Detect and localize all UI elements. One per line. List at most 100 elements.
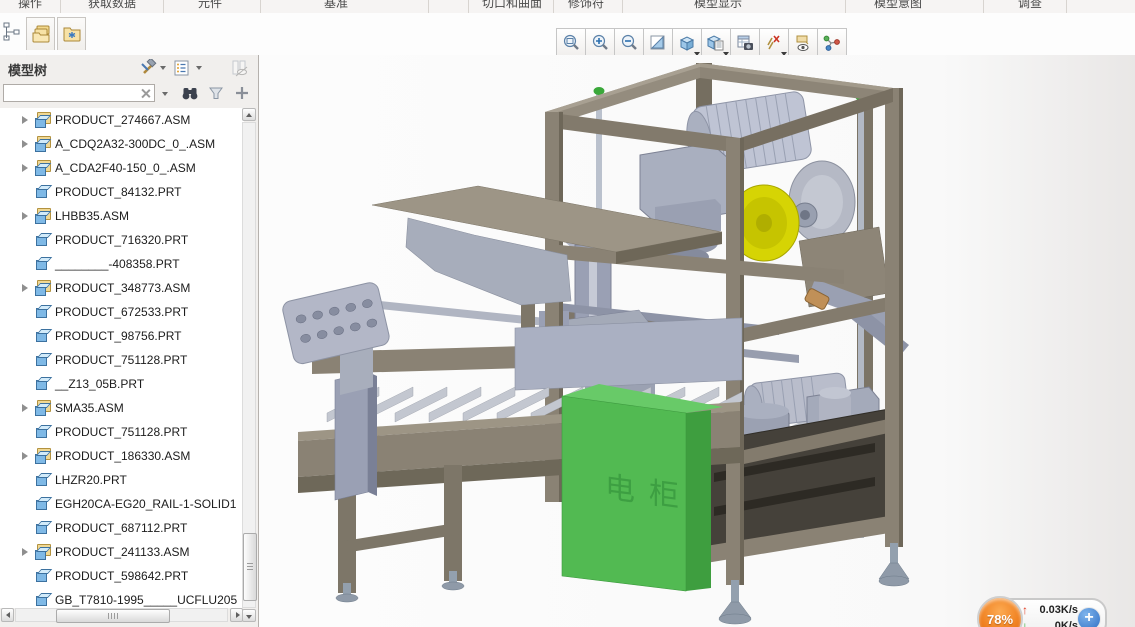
- tree-item[interactable]: PRODUCT_98756.PRT: [0, 324, 244, 348]
- expand-icon[interactable]: [20, 403, 34, 413]
- tree-filters-button[interactable]: [172, 58, 192, 78]
- display-style-button[interactable]: [672, 28, 702, 58]
- part-icon: [34, 256, 51, 272]
- tree-item[interactable]: SMA35.ASM: [0, 396, 244, 420]
- scroll-thumb[interactable]: [56, 609, 170, 623]
- tree-item[interactable]: PRODUCT_687112.PRT: [0, 516, 244, 540]
- zoom-out-icon: [621, 34, 637, 50]
- scroll-left-button[interactable]: [1, 608, 14, 622]
- refit-icon: [563, 34, 579, 50]
- ribbon-group-modifiers[interactable]: 修饰符: [568, 0, 604, 11]
- tree-item[interactable]: PRODUCT_348773.ASM: [0, 276, 244, 300]
- plus-icon: [236, 87, 248, 99]
- upload-speed: 0.03K/s: [1039, 604, 1078, 616]
- expand-icon[interactable]: [20, 163, 34, 173]
- 3d-viewport[interactable]: 电柜: [259, 55, 1135, 627]
- tree-item[interactable]: PRODUCT_598642.PRT: [0, 564, 244, 588]
- datum-display-button[interactable]: [759, 28, 789, 58]
- add-column-button[interactable]: [232, 83, 252, 103]
- tree-item[interactable]: PRODUCT_274667.ASM: [0, 108, 244, 132]
- tree-item[interactable]: LHBB35.ASM: [0, 204, 244, 228]
- model-tree-icon: [3, 22, 20, 41]
- find-button[interactable]: [180, 83, 200, 103]
- scroll-track[interactable]: [15, 608, 228, 623]
- clear-search-icon[interactable]: [141, 88, 151, 98]
- refit-button[interactable]: [556, 28, 586, 58]
- spin-center-button[interactable]: [817, 28, 847, 58]
- assembly-icon: [34, 544, 51, 560]
- scroll-track[interactable]: [242, 122, 257, 608]
- expand-icon[interactable]: [20, 283, 34, 293]
- zoom-in-button[interactable]: [585, 28, 615, 58]
- part-icon: [34, 184, 51, 200]
- tree-item[interactable]: EGH20CA-EG20_RAIL-1-SOLID1: [0, 492, 244, 516]
- model-tree-header: 模型树: [0, 55, 258, 81]
- ribbon-group-labels: 操作 获取数据 元件 基准 切口和曲面 修饰符 模型显示 模型意图 调查: [0, 0, 1135, 14]
- search-options-dropdown[interactable]: [162, 92, 168, 96]
- tree-tools-dropdown[interactable]: [160, 66, 166, 70]
- scroll-right-button[interactable]: [230, 608, 243, 622]
- tree-item[interactable]: PRODUCT_241133.ASM: [0, 540, 244, 564]
- tab-model-tree[interactable]: [0, 17, 24, 47]
- ribbon-group-model-display[interactable]: 模型显示: [694, 0, 742, 11]
- tree-item[interactable]: LHZR20.PRT: [0, 468, 244, 492]
- tree-item[interactable]: PRODUCT_84132.PRT: [0, 180, 244, 204]
- tree-vertical-scrollbar[interactable]: [242, 108, 257, 622]
- list-settings-icon: [174, 60, 189, 76]
- tree-columns-button[interactable]: [230, 58, 250, 78]
- tree-search-input[interactable]: [3, 84, 155, 102]
- zoom-in-icon: [592, 34, 608, 50]
- tree-item[interactable]: ________-408358.PRT: [0, 252, 244, 276]
- view-manager-button[interactable]: [730, 28, 760, 58]
- tab-favorites[interactable]: [57, 17, 86, 50]
- network-monitor-widget[interactable]: ↑ 0.03K/s ↓ 0K/s + 78%: [977, 596, 1113, 627]
- scroll-down-button[interactable]: [242, 609, 256, 622]
- assembly-icon: [34, 208, 51, 224]
- expand-icon[interactable]: [20, 451, 34, 461]
- model-tree-list: PRODUCT_274667.ASM A_CDQ2A32-300DC_0_.AS…: [0, 108, 244, 608]
- filter-button[interactable]: [206, 83, 226, 103]
- expand-icon[interactable]: [20, 115, 34, 125]
- ribbon-group-component[interactable]: 元件: [198, 0, 222, 11]
- expand-icon[interactable]: [20, 211, 34, 221]
- tree-item[interactable]: PRODUCT_672533.PRT: [0, 300, 244, 324]
- ribbon-group-investigate[interactable]: 调查: [1018, 0, 1042, 11]
- add-task-button[interactable]: +: [1077, 607, 1101, 627]
- tree-item[interactable]: PRODUCT_751128.PRT: [0, 420, 244, 444]
- ribbon-group-cut-surface[interactable]: 切口和曲面: [482, 0, 542, 11]
- tree-tools-button[interactable]: [138, 58, 158, 78]
- ribbon-group-get-data[interactable]: 获取数据: [88, 0, 136, 11]
- tree-item[interactable]: PRODUCT_186330.ASM: [0, 444, 244, 468]
- tools-icon: [141, 59, 157, 74]
- creo-application-window: 操作 获取数据 元件 基准 切口和曲面 修饰符 模型显示 模型意图 调查 模型树…: [0, 0, 1135, 627]
- tab-folder-browser[interactable]: [26, 17, 55, 50]
- ribbon-group-model-intent[interactable]: 模型意图: [874, 0, 922, 11]
- tree-item[interactable]: PRODUCT_751128.PRT: [0, 348, 244, 372]
- repaint-button[interactable]: [643, 28, 673, 58]
- zoom-out-button[interactable]: [614, 28, 644, 58]
- assembly-icon: [34, 136, 51, 152]
- part-icon: [34, 352, 51, 368]
- ribbon-group-operations[interactable]: 操作: [18, 0, 42, 11]
- section-button[interactable]: [701, 28, 731, 58]
- expand-icon[interactable]: [20, 139, 34, 149]
- tree-item[interactable]: PRODUCT_716320.PRT: [0, 228, 244, 252]
- tree-item[interactable]: __Z13_05B.PRT: [0, 372, 244, 396]
- tree-horizontal-scrollbar[interactable]: [1, 608, 243, 623]
- tree-filters-dropdown[interactable]: [196, 66, 202, 70]
- tree-item[interactable]: A_CDA2F40-150_0_.ASM: [0, 156, 244, 180]
- progress-percent: 78%: [986, 611, 1014, 627]
- annotation-display-button[interactable]: [788, 28, 818, 58]
- control-pendant[interactable]: [281, 281, 391, 501]
- ribbon-group-datum[interactable]: 基准: [324, 0, 348, 11]
- scroll-up-button[interactable]: [242, 108, 256, 121]
- electrical-cabinet[interactable]: 电柜: [561, 384, 723, 592]
- expand-icon[interactable]: [20, 547, 34, 557]
- folders-icon: [32, 25, 49, 43]
- tree-search-row: [0, 82, 258, 108]
- tree-columns-icon: [232, 60, 248, 77]
- tree-item[interactable]: A_CDQ2A32-300DC_0_.ASM: [0, 132, 244, 156]
- part-icon: [34, 328, 51, 344]
- tree-item[interactable]: GB_T7810-1995_____UCFLU205: [0, 588, 244, 608]
- scroll-thumb[interactable]: [243, 533, 257, 601]
